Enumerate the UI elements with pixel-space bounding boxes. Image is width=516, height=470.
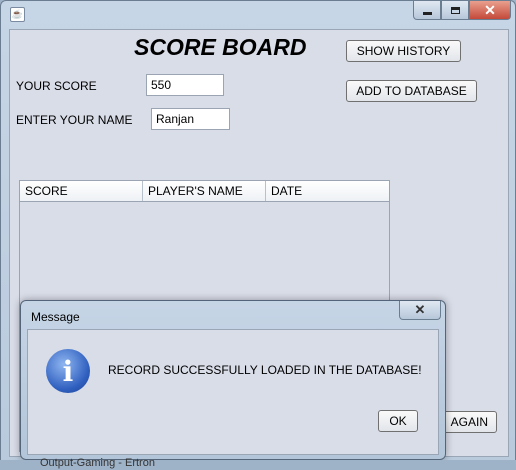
dialog-close-button[interactable]: ✕ — [399, 301, 441, 320]
add-to-database-button[interactable]: ADD TO DATABASE — [346, 80, 477, 102]
title-bar[interactable]: ☕ ✕ — [1, 1, 515, 25]
window-controls: ✕ — [413, 1, 511, 20]
java-cup-icon: ☕ — [10, 7, 25, 22]
maximize-button[interactable] — [441, 1, 469, 20]
dialog-title: Message — [31, 310, 80, 324]
show-history-button[interactable]: SHOW HISTORY — [346, 40, 461, 62]
maximize-icon — [450, 6, 460, 14]
dialog-body: i RECORD SUCCESSFULLY LOADED IN THE DATA… — [27, 329, 439, 455]
dialog-message: RECORD SUCCESSFULLY LOADED IN THE DATABA… — [108, 363, 422, 377]
close-icon: ✕ — [414, 302, 426, 317]
close-button[interactable]: ✕ — [469, 1, 511, 20]
page-title: SCORE BOARD — [134, 34, 307, 60]
name-label: ENTER YOUR NAME — [16, 113, 133, 127]
table-header: SCORE PLAYER'S NAME DATE — [20, 181, 389, 202]
taskbar-fragment: Output-Gaming - Ertron — [40, 457, 155, 469]
column-header-date[interactable]: DATE — [266, 181, 389, 201]
column-header-score[interactable]: SCORE — [20, 181, 143, 201]
info-icon: i — [46, 349, 90, 393]
your-score-field[interactable]: 550 — [146, 74, 224, 96]
ok-button[interactable]: OK — [378, 410, 418, 432]
close-icon: ✕ — [484, 2, 496, 18]
minimize-button[interactable] — [413, 1, 441, 20]
message-dialog: Message ✕ i RECORD SUCCESSFULLY LOADED I… — [20, 300, 446, 460]
your-score-label: YOUR SCORE — [16, 79, 97, 93]
column-header-player-name[interactable]: PLAYER'S NAME — [143, 181, 266, 201]
name-field[interactable]: Ranjan — [151, 108, 230, 130]
minimize-icon — [422, 11, 432, 15]
